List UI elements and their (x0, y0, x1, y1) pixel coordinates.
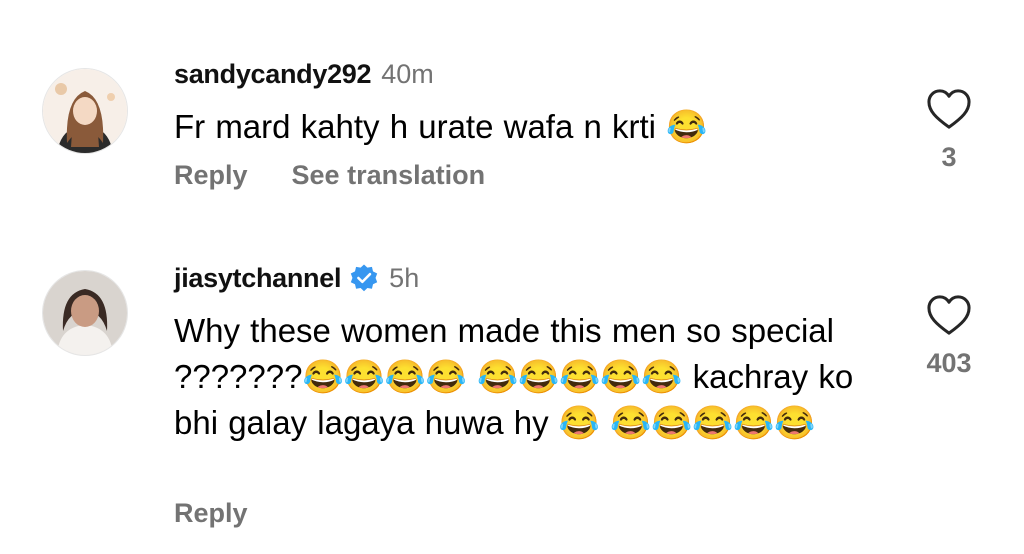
comment-actions: Reply (174, 498, 248, 529)
username[interactable]: sandycandy292 (174, 59, 372, 90)
comment-header: sandycandy292 40m (174, 56, 434, 92)
like-button[interactable]: 3 (904, 88, 994, 173)
like-button[interactable]: 403 (904, 294, 994, 379)
timestamp: 40m (381, 58, 434, 89)
reply-button[interactable]: Reply (174, 498, 248, 529)
see-translation-button[interactable]: See translation (292, 160, 486, 191)
comment: sandycandy292 40m Fr mard kahty h urate … (0, 0, 1024, 230)
comment: jiasytchannel 5h Why these women made th… (0, 230, 1024, 554)
heart-outline-icon (927, 89, 971, 129)
avatar[interactable] (42, 68, 128, 154)
verified-badge-icon (350, 264, 378, 292)
comment-header: jiasytchannel 5h (174, 260, 419, 296)
avatar[interactable] (42, 270, 128, 356)
like-count: 3 (941, 142, 957, 172)
comment-text: Fr mard kahty h urate wafa n krti 😂 (174, 108, 708, 145)
heart-outline-icon (927, 295, 971, 335)
like-count: 403 (926, 348, 972, 378)
reply-button[interactable]: Reply (174, 160, 248, 191)
comment-text: Why these women made this men so special… (174, 312, 864, 441)
timestamp: 5h (389, 262, 420, 293)
comment-actions: Reply See translation (174, 160, 485, 191)
username[interactable]: jiasytchannel (174, 263, 341, 294)
